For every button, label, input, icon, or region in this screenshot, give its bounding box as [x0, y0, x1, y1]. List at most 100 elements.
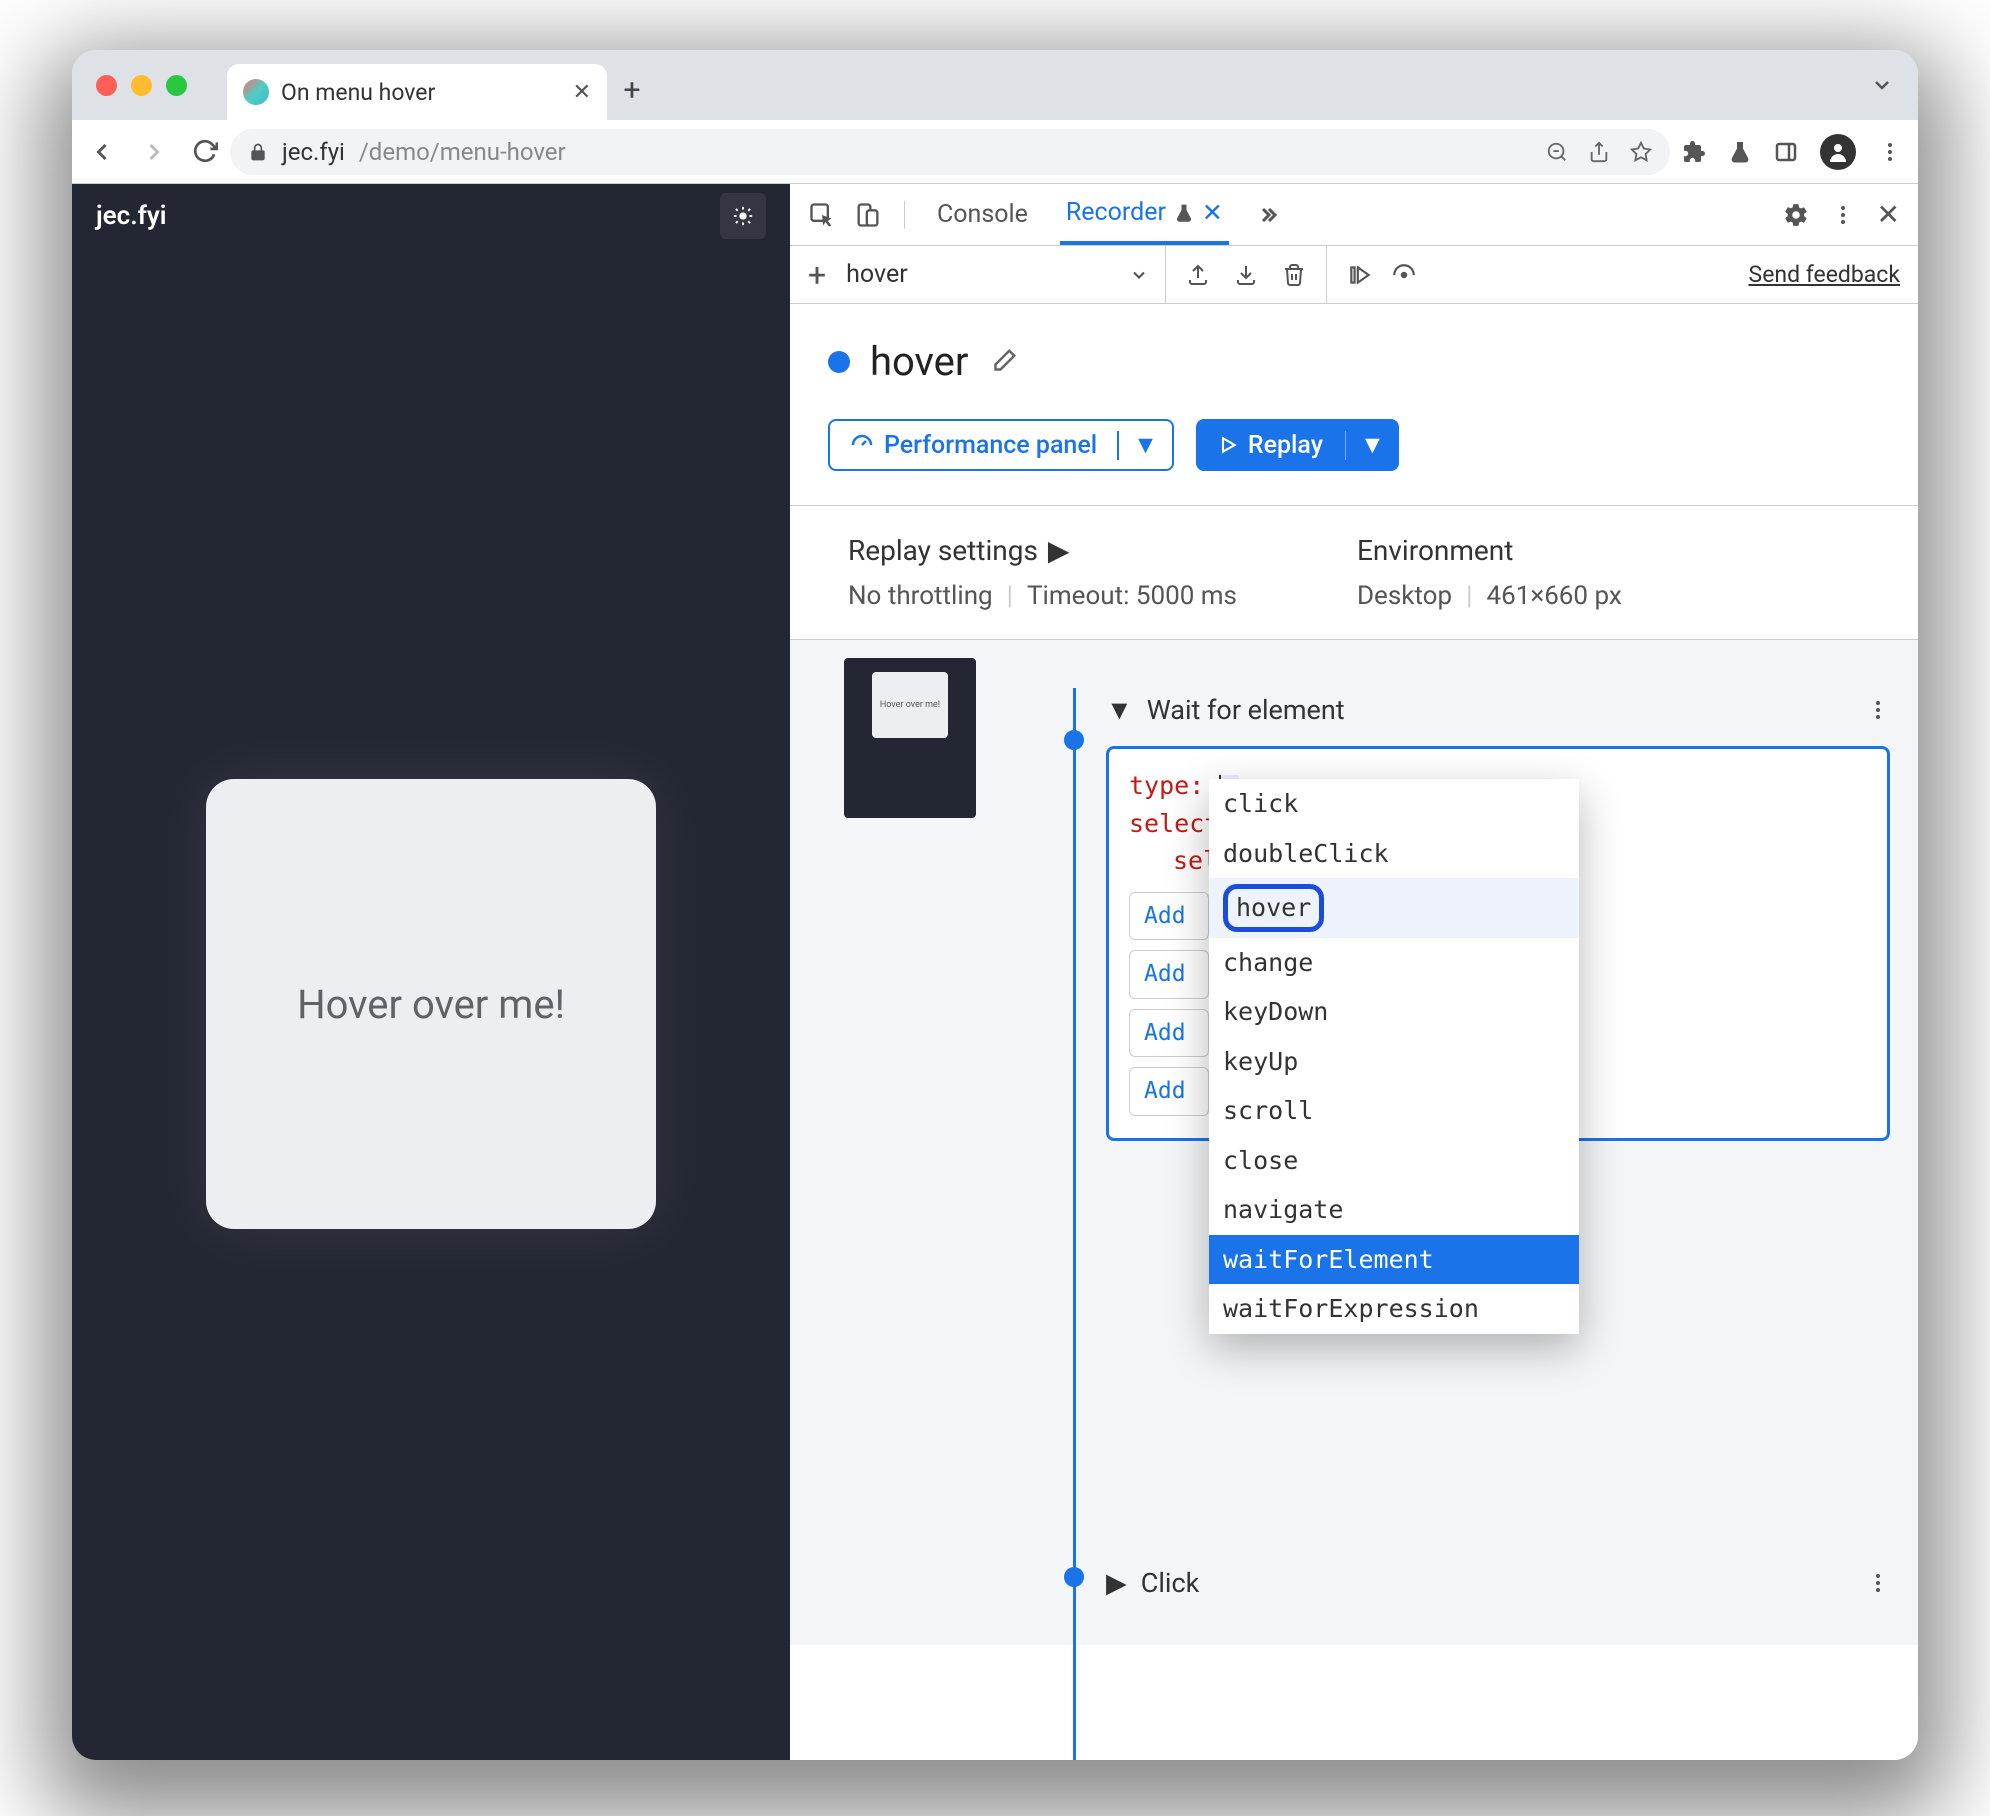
reload-button[interactable]: [192, 138, 218, 166]
step-header[interactable]: ▼ Wait for element: [1106, 688, 1890, 732]
tabs-menu-icon[interactable]: [1870, 73, 1894, 97]
page-header: jec.fyi: [72, 184, 790, 248]
recording-selector[interactable]: hover: [846, 246, 1166, 303]
chevron-down-icon: ▼: [1106, 694, 1133, 726]
export-icon[interactable]: [1186, 263, 1210, 287]
dd-item-doubleclick[interactable]: doubleClick: [1209, 829, 1579, 879]
step-thumbnail: Hover over me!: [844, 658, 976, 818]
forward-button[interactable]: [140, 138, 168, 166]
page-brand: jec.fyi: [96, 201, 166, 231]
devtools-kebab-icon[interactable]: [1831, 203, 1855, 227]
timeout-value: Timeout: 5000 ms: [1027, 581, 1237, 611]
new-tab-button[interactable]: +: [607, 73, 657, 108]
breakpoint-icon[interactable]: [1391, 262, 1417, 288]
recorder-toolbar: + hover Send feedback: [790, 246, 1918, 304]
import-icon[interactable]: [1234, 263, 1258, 287]
replay-caret[interactable]: ▼: [1345, 431, 1399, 460]
extensions-icon[interactable]: [1682, 140, 1706, 164]
step-header[interactable]: ▶ Click: [1106, 1561, 1890, 1605]
new-recording-button[interactable]: +: [808, 256, 826, 294]
perf-panel-caret[interactable]: ▼: [1117, 431, 1172, 460]
tab-console[interactable]: Console: [931, 185, 1034, 245]
panel-icon[interactable]: [1774, 140, 1798, 164]
timeline: ▼ Wait for element type: select sel Add …: [1062, 688, 1890, 1605]
content-split: jec.fyi Hover over me! Console: [72, 184, 1918, 1760]
play-icon: [1218, 435, 1238, 455]
environment-settings: Environment Desktop | 461×660 px: [1357, 534, 1622, 611]
profile-avatar[interactable]: [1820, 134, 1856, 170]
browser-toolbar: jec.fyi/demo/menu-hover: [72, 120, 1918, 184]
gauge-icon: [850, 433, 874, 457]
dd-item-keyup[interactable]: keyUp: [1209, 1037, 1579, 1087]
dd-item-change[interactable]: change: [1209, 938, 1579, 988]
add-button-2[interactable]: Add: [1129, 950, 1209, 999]
hover-card[interactable]: Hover over me!: [206, 779, 656, 1229]
step-kebab-icon[interactable]: [1866, 698, 1890, 722]
kebab-menu-icon[interactable]: [1878, 140, 1902, 164]
edit-title-icon[interactable]: [988, 347, 1018, 377]
tab-title: On menu hover: [281, 79, 561, 106]
theme-toggle-button[interactable]: [720, 193, 766, 239]
chevron-right-icon: ▶: [1106, 1567, 1127, 1599]
replay-button[interactable]: Replay ▼: [1196, 419, 1399, 471]
tab-close-icon[interactable]: ✕: [1202, 198, 1223, 228]
nav-icons: [88, 138, 218, 166]
back-button[interactable]: [88, 138, 116, 166]
performance-panel-button[interactable]: Performance panel ▼: [828, 419, 1174, 471]
lock-icon: [248, 142, 268, 162]
recording-status-icon: [828, 351, 850, 373]
url-path: /demo/menu-hover: [359, 138, 566, 166]
type-dropdown: click doubleClick hover change keyDown k…: [1209, 779, 1579, 1334]
flask-icon: [1174, 203, 1194, 223]
inspect-element-icon[interactable]: [808, 201, 836, 229]
tab-strip: On menu hover ✕ +: [72, 50, 1918, 120]
throttling-value: No throttling: [848, 581, 993, 611]
env-viewport: 461×660 px: [1486, 581, 1621, 611]
hover-card-text: Hover over me!: [297, 981, 565, 1028]
add-button-3[interactable]: Add: [1129, 1009, 1209, 1058]
dd-item-close[interactable]: close: [1209, 1136, 1579, 1186]
device-toolbar-icon[interactable]: [854, 201, 882, 229]
step-editor[interactable]: type: select sel Add Add Add Add click: [1106, 746, 1890, 1141]
recording-title-row: hover: [828, 338, 1880, 385]
minimize-window-button[interactable]: [131, 75, 152, 96]
devtools-close-icon[interactable]: ✕: [1877, 198, 1900, 231]
devtools-tabbar: Console Recorder ✕ ✕: [790, 184, 1918, 246]
dd-item-navigate[interactable]: navigate: [1209, 1185, 1579, 1235]
toolbar-icons: [1682, 134, 1902, 170]
settings-icon[interactable]: [1783, 202, 1809, 228]
page-body: Hover over me!: [72, 248, 790, 1760]
tab-close-icon[interactable]: ✕: [573, 80, 591, 105]
share-icon[interactable]: [1588, 141, 1610, 163]
add-button-1[interactable]: Add: [1129, 892, 1209, 941]
url-host: jec.fyi: [282, 138, 345, 166]
dd-item-scroll[interactable]: scroll: [1209, 1086, 1579, 1136]
replay-settings[interactable]: Replay settings ▶ No throttling | Timeou…: [848, 534, 1237, 611]
zoom-out-icon[interactable]: [1546, 141, 1568, 163]
tab-recorder[interactable]: Recorder ✕: [1060, 185, 1229, 245]
devtools-pane: Console Recorder ✕ ✕ + hover: [790, 184, 1918, 1760]
chevron-right-icon: ▶: [1048, 534, 1070, 567]
add-button-4[interactable]: Add: [1129, 1067, 1209, 1116]
address-bar-icons: [1546, 141, 1652, 163]
settings-row: Replay settings ▶ No throttling | Timeou…: [790, 506, 1918, 639]
dd-item-keydown[interactable]: keyDown: [1209, 987, 1579, 1037]
send-feedback-link[interactable]: Send feedback: [1749, 261, 1900, 288]
dd-item-waitforelement[interactable]: waitForElement: [1209, 1235, 1579, 1285]
step-kebab-icon[interactable]: [1866, 1571, 1890, 1595]
more-tabs-icon[interactable]: [1255, 203, 1279, 227]
dd-item-waitforexpression[interactable]: waitForExpression: [1209, 1284, 1579, 1334]
recording-title: hover: [870, 338, 968, 385]
labs-icon[interactable]: [1728, 140, 1752, 164]
bookmark-icon[interactable]: [1630, 141, 1652, 163]
steps-area: Hover over me! ▼ Wait for element type:: [790, 639, 1918, 1645]
maximize-window-button[interactable]: [166, 75, 187, 96]
address-bar[interactable]: jec.fyi/demo/menu-hover: [230, 129, 1670, 175]
delete-icon[interactable]: [1282, 263, 1306, 287]
browser-window: On menu hover ✕ + jec.fyi/demo/menu-hove…: [72, 50, 1918, 1760]
step-forward-icon[interactable]: [1347, 262, 1373, 288]
close-window-button[interactable]: [96, 75, 117, 96]
browser-tab[interactable]: On menu hover ✕: [227, 64, 607, 120]
dd-item-hover[interactable]: hover: [1209, 878, 1579, 938]
dd-item-click[interactable]: click: [1209, 779, 1579, 829]
